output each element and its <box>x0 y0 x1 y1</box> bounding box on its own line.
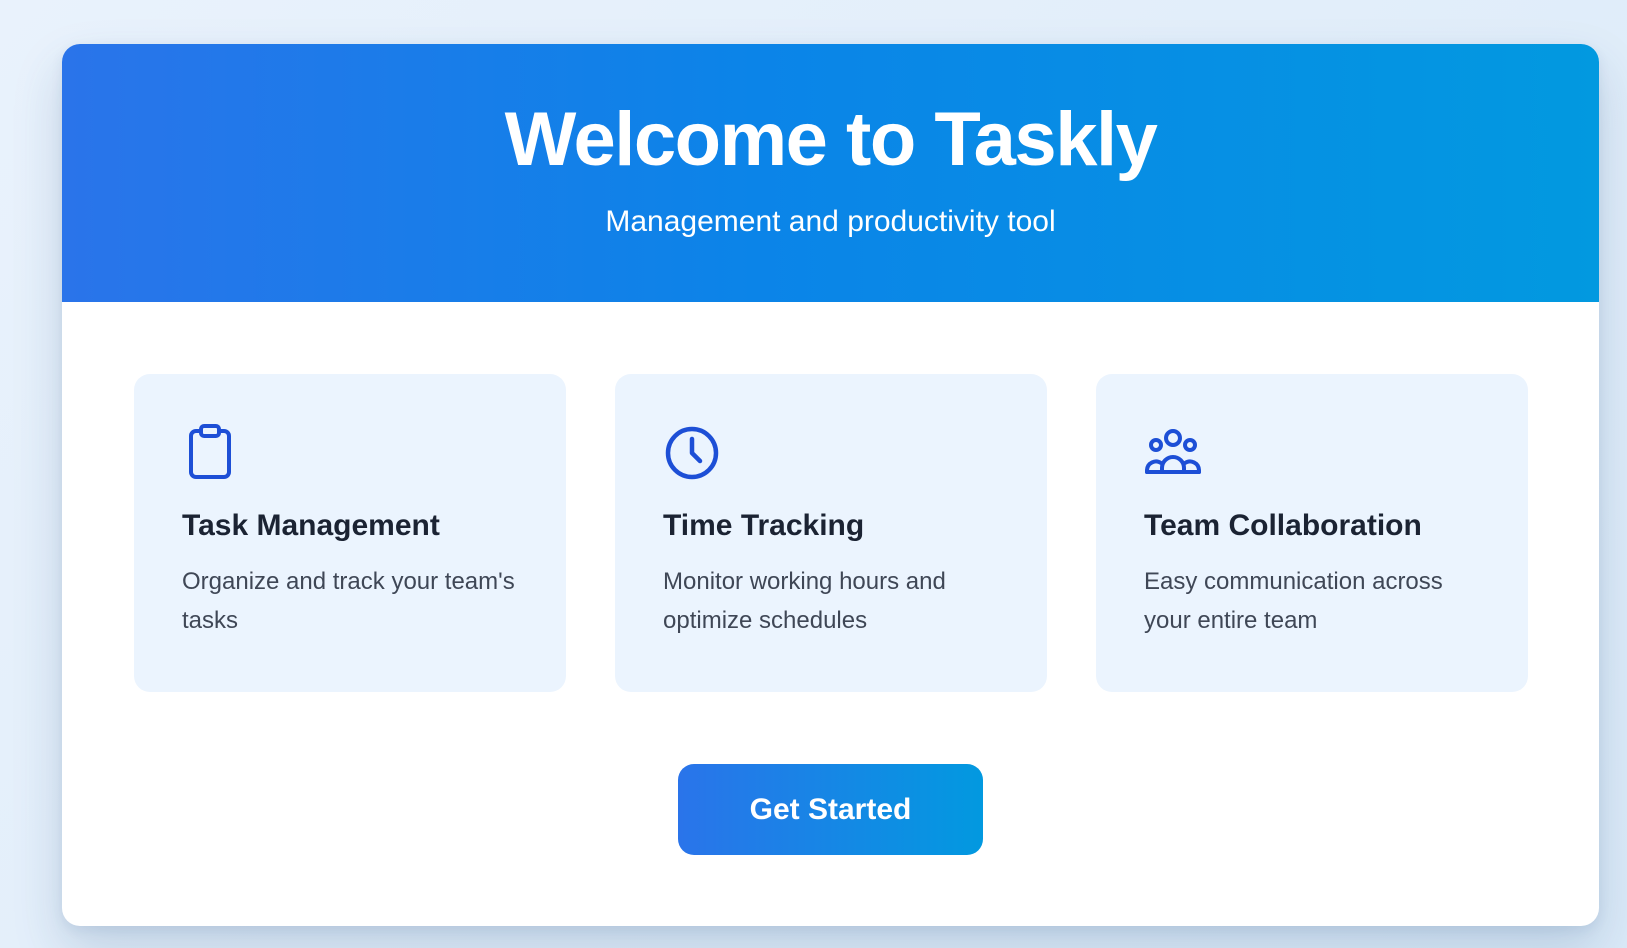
feature-description: Easy communication across your entire te… <box>1144 568 1443 634</box>
clipboard-icon <box>182 424 240 482</box>
feature-description: Monitor working hours and optimize sched… <box>663 568 946 634</box>
feature-title: Task Management <box>182 509 440 542</box>
clock-icon <box>663 424 721 482</box>
page-subtitle: Management and productivity tool <box>605 205 1056 238</box>
features-row: Task Management Organize and track your … <box>134 374 1528 692</box>
welcome-card: Welcome to Taskly Management and product… <box>62 44 1599 926</box>
feature-title: Time Tracking <box>663 509 865 542</box>
feature-description: Organize and track your team's tasks <box>182 568 515 634</box>
feature-card-team-collaboration: Team Collaboration Easy communication ac… <box>1096 374 1528 692</box>
feature-title: Team Collaboration <box>1144 509 1422 542</box>
hero-banner: Welcome to Taskly Management and product… <box>62 44 1599 302</box>
feature-card-task-management: Task Management Organize and track your … <box>134 374 566 692</box>
page-title: Welcome to Taskly <box>504 97 1158 182</box>
get-started-button[interactable]: Get Started <box>678 764 983 855</box>
team-icon <box>1144 424 1202 482</box>
feature-card-time-tracking: Time Tracking Monitor working hours and … <box>615 374 1047 692</box>
